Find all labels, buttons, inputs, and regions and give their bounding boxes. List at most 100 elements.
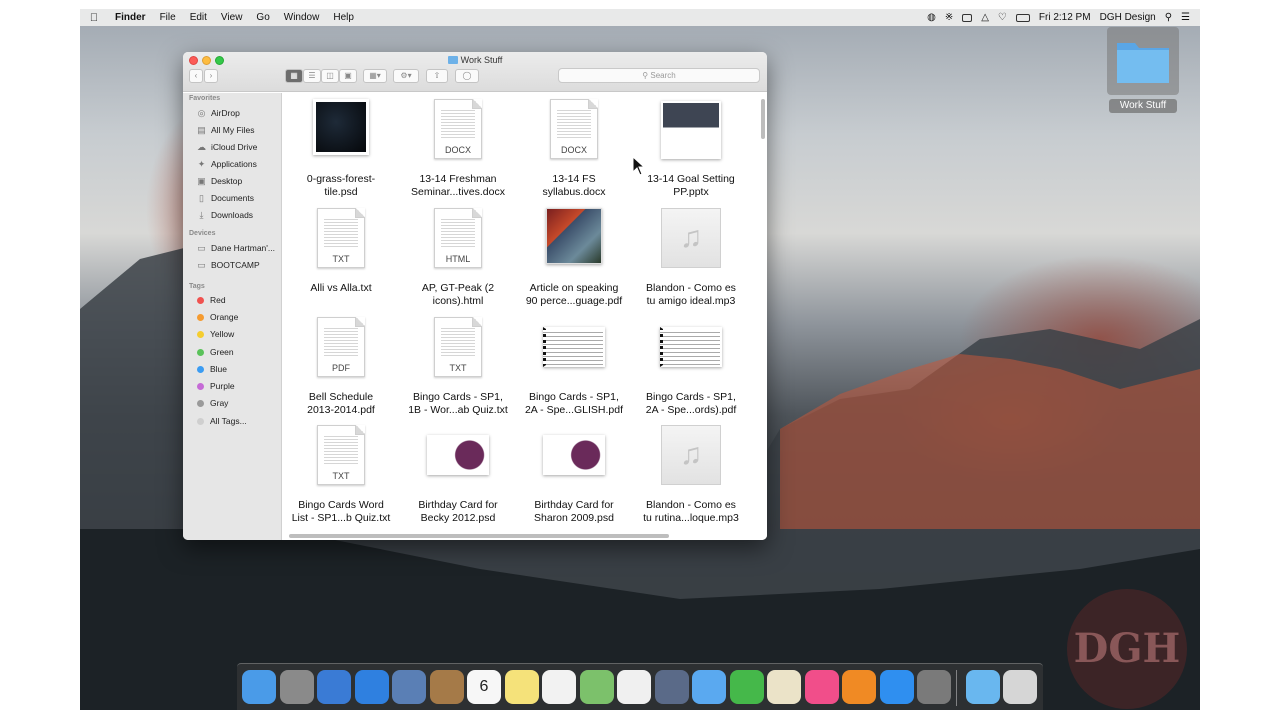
imovie-icon[interactable] [654, 670, 689, 704]
file-name: Bingo Cards - SP1, 1B - Wor...ab Quiz.txt [403, 391, 513, 417]
menu-view[interactable]: View [214, 12, 250, 23]
sidebar-tag-green[interactable]: Green [196, 345, 234, 359]
file-item[interactable]: TXT Bingo Cards Word List - SP1...b Quiz.t… [286, 425, 396, 525]
sidebar-item-computer[interactable]: ▭ Dane Hartman'... [196, 241, 275, 255]
trash-icon[interactable] [1003, 670, 1037, 704]
file-item[interactable]: Bingo Cards - SP1, 2A - Spe...ords).pdf [636, 317, 746, 417]
menu-app-name[interactable]: Finder [108, 12, 153, 23]
sidebar-item-bootcamp[interactable]: ▭ BOOTCAMP [196, 258, 259, 272]
action-gear-button[interactable]: ⚙▾ [393, 69, 419, 83]
menu-window[interactable]: Window [277, 12, 327, 23]
search-field[interactable]: ⚲ Search [558, 68, 760, 83]
sidebar-item-downloads[interactable]: ⤓ Downloads [196, 208, 254, 222]
sidebar-tag-red[interactable]: Red [196, 293, 226, 307]
maps-icon[interactable] [579, 670, 614, 704]
file-item[interactable]: TXT Alli vs Alla.txt [286, 208, 396, 295]
sidebar-tag-orange[interactable]: Orange [196, 310, 238, 324]
menu-file[interactable]: File [153, 12, 183, 23]
clock[interactable]: Fri 2:12 PM [1039, 12, 1091, 23]
file-item[interactable]: DOCX 13-14 Freshman Seminar...tives.docx [403, 99, 513, 199]
itunes-icon[interactable] [804, 670, 839, 704]
window-title: Work Stuff [183, 55, 767, 65]
sidebar-item-label: Red [210, 295, 226, 305]
facetime-icon[interactable] [729, 670, 764, 704]
display-icon[interactable] [962, 13, 973, 22]
file-item[interactable]: Birthday Card for Sharon 2009.psd [519, 425, 629, 525]
file-item[interactable]: Bingo Cards - SP1, 2A - Spe...GLISH.pdf [519, 317, 629, 417]
menu-go[interactable]: Go [249, 12, 276, 23]
wifi-icon[interactable]: ♡ [998, 12, 1007, 23]
reminders-icon[interactable] [542, 670, 576, 704]
sidebar-tag-purple[interactable]: Purple [196, 379, 235, 393]
finder-icon[interactable] [242, 670, 276, 704]
file-name-line2: 2A - Spe...GLISH.pdf [524, 404, 624, 416]
file-thumbnail: TXT [311, 208, 371, 270]
downloads-stack-icon[interactable] [966, 670, 1000, 704]
desktop-folder-work-stuff[interactable]: Work Stuff [1107, 27, 1179, 114]
sidebar-tag-blue[interactable]: Blue [196, 362, 227, 376]
coverflow-view-button[interactable]: ▣ [339, 69, 357, 83]
sidebar-all-tags[interactable]: All Tags... [196, 414, 247, 428]
document-icon: TXT [317, 425, 365, 485]
file-item[interactable]: Birthday Card for Becky 2012.psd [403, 425, 513, 525]
sidebar-tag-yellow[interactable]: Yellow [196, 327, 234, 341]
sidebar-item-desktop[interactable]: ▣ Desktop [196, 174, 242, 188]
launchpad-icon[interactable] [279, 670, 314, 704]
file-item[interactable]: DOCX 13-14 FS syllabus.docx [519, 99, 629, 199]
sidebar-item-airdrop[interactable]: ◎ AirDrop [196, 106, 240, 120]
app-store-icon[interactable] [879, 670, 914, 704]
sidebar-tag-gray[interactable]: Gray [196, 396, 228, 410]
file-item[interactable]: Article on speaking 90 perce...guage.pdf [519, 208, 629, 308]
column-view-button[interactable]: ◫ [321, 69, 339, 83]
notification-center-icon[interactable]: ☰ [1181, 12, 1190, 23]
system-disk-icon[interactable] [317, 670, 351, 704]
timemachine-icon[interactable]: ◍ [927, 12, 936, 23]
all-files-icon: ▤ [197, 125, 206, 135]
forward-button[interactable]: › [204, 69, 218, 83]
file-item[interactable]: 0-grass-forest-tile.psd [286, 99, 396, 199]
apple-menu-icon[interactable]:  [80, 12, 108, 24]
sidebar-item-applications[interactable]: ✦ Applications [196, 157, 257, 171]
preview-icon[interactable] [392, 670, 426, 704]
battery-icon[interactable] [1015, 13, 1030, 22]
calendar-icon[interactable]: 6 [467, 670, 501, 704]
system-preferences-icon[interactable] [917, 670, 951, 704]
file-name-line2: tile.psd [324, 186, 358, 198]
bluetooth-icon[interactable]: ※ [945, 12, 953, 23]
file-item[interactable]: ♫ Blandon - Como es tu rutina...loque.mp3 [636, 425, 746, 525]
file-thumbnail [661, 99, 721, 161]
user-name[interactable]: DGH Design [1100, 12, 1156, 23]
file-item[interactable]: TXT Bingo Cards - SP1, 1B - Wor...ab Quiz.… [403, 317, 513, 417]
contacts-icon[interactable] [429, 670, 464, 704]
page-fold [472, 208, 482, 218]
tags-button[interactable]: ◯ [455, 69, 479, 83]
share-button[interactable]: ⇧ [426, 69, 448, 83]
vertical-scrollbar[interactable] [761, 99, 765, 139]
photos-icon[interactable] [617, 670, 651, 704]
file-extension: DOCX [444, 145, 471, 155]
file-item[interactable]: ♫ Blandon - Como es tu amigo ideal.mp3 [636, 208, 746, 308]
safari-icon[interactable] [354, 670, 389, 704]
volume-icon[interactable]: △ [981, 12, 989, 23]
file-name-line1: Bell Schedule [308, 391, 374, 403]
horizontal-scrollbar[interactable] [289, 534, 669, 538]
back-button[interactable]: ‹ [189, 69, 203, 83]
menu-edit[interactable]: Edit [183, 12, 214, 23]
file-item[interactable]: 13-14 Goal Setting PP.pptx [636, 99, 746, 199]
sidebar-item-label: All Tags... [210, 416, 247, 426]
arrange-button[interactable]: ▦▾ [363, 69, 387, 83]
file-item[interactable]: PDF Bell Schedule 2013-2014.pdf [286, 317, 396, 417]
messages-icon[interactable] [692, 670, 726, 704]
sidebar-item-icloud-drive[interactable]: ☁ iCloud Drive [196, 140, 257, 154]
desktop:  Finder File Edit View Go Window Help ◍… [80, 9, 1200, 710]
textedit-icon[interactable] [767, 670, 801, 704]
sidebar-item-all-my-files[interactable]: ▤ All My Files [196, 123, 254, 137]
menu-help[interactable]: Help [326, 12, 361, 23]
ibooks-icon[interactable] [842, 670, 876, 704]
icon-view-button[interactable]: ▦ [285, 69, 303, 83]
sidebar-item-documents[interactable]: ▯ Documents [196, 191, 254, 205]
spotlight-icon[interactable]: ⚲ [1165, 12, 1172, 23]
list-view-button[interactable]: ☰ [303, 69, 321, 83]
notes-icon[interactable] [504, 670, 539, 704]
file-item[interactable]: HTML AP, GT-Peak (2 icons).html [403, 208, 513, 308]
